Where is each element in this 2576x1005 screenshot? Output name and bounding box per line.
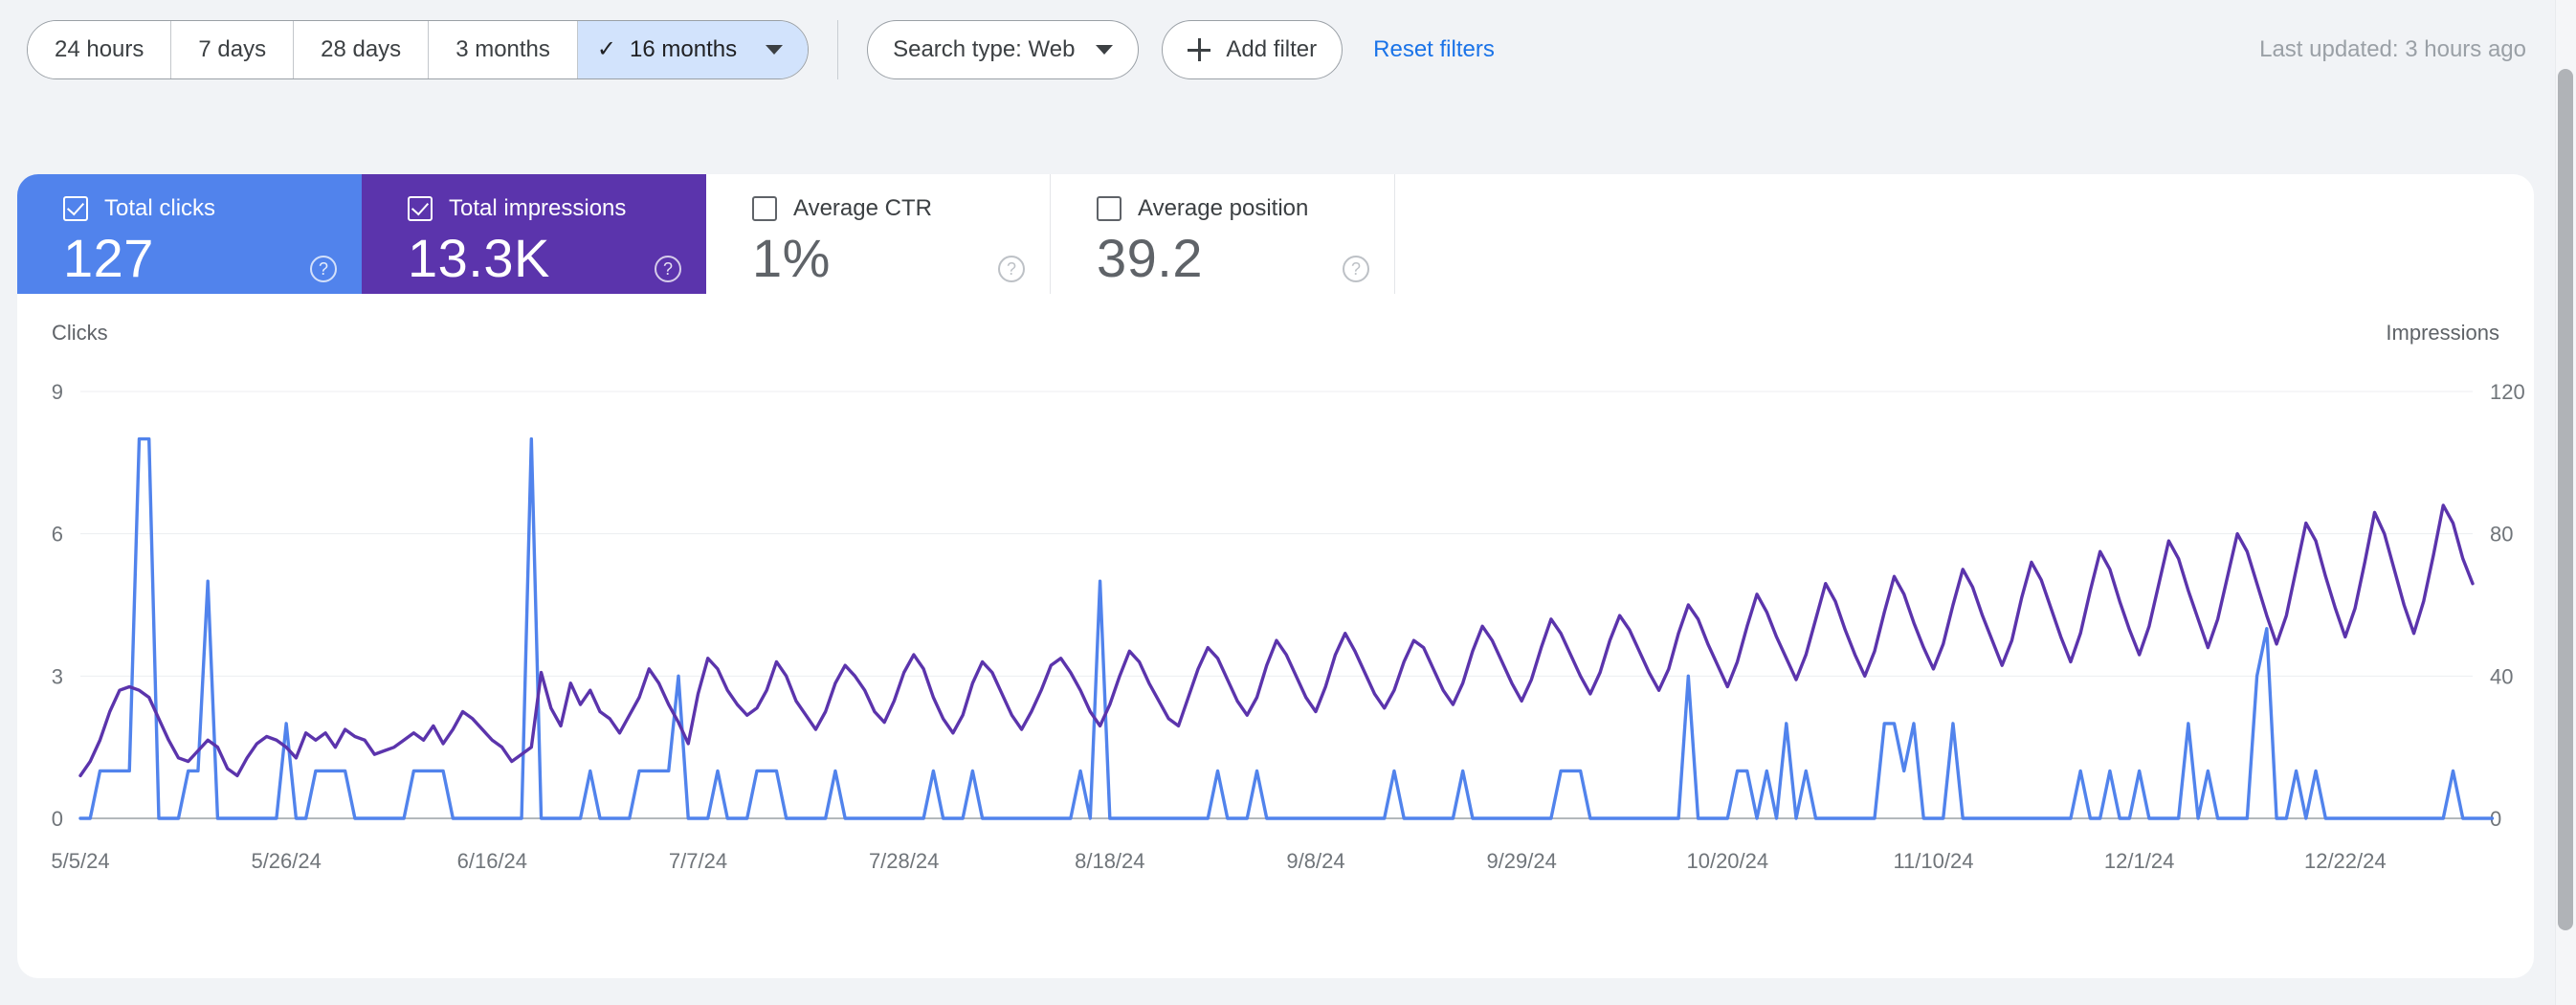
help-icon[interactable]: ? (655, 256, 681, 282)
svg-text:6/16/24: 6/16/24 (457, 849, 527, 873)
svg-text:120: 120 (2490, 380, 2525, 404)
search-type-label: Search type: Web (893, 36, 1076, 62)
help-icon[interactable]: ? (998, 256, 1025, 282)
range-label: 16 months (630, 36, 738, 62)
metric-header: Total impressions (408, 195, 706, 222)
metric-tab-total-impressions[interactable]: Total impressions 13.3K ? (362, 174, 706, 294)
metric-label: Average CTR (793, 195, 932, 221)
page-scrollbar-thumb[interactable] (2558, 69, 2573, 930)
metric-label: Average position (1138, 195, 1309, 221)
page-scrollbar-track[interactable] (2555, 0, 2576, 1005)
metric-label: Total clicks (104, 195, 216, 221)
range-btn-24-hours[interactable]: 24 hours (28, 21, 172, 78)
checkbox-icon-total-impressions[interactable] (408, 196, 433, 221)
svg-text:11/10/24: 11/10/24 (1893, 849, 1973, 873)
toolbar-divider (837, 20, 839, 79)
chevron-down-icon (1096, 45, 1114, 55)
svg-text:9/8/24: 9/8/24 (1286, 849, 1344, 873)
svg-text:80: 80 (2490, 523, 2513, 547)
svg-text:9/29/24: 9/29/24 (1486, 849, 1556, 873)
range-label: 24 hours (55, 36, 144, 62)
range-btn-16-months[interactable]: ✓ 16 months (577, 21, 809, 78)
filter-toolbar: 24 hours 7 days 28 days 3 months ✓ 16 mo… (0, 0, 2576, 100)
range-label: 7 days (198, 36, 267, 62)
plus-icon (1188, 38, 1211, 61)
svg-text:9: 9 (52, 380, 63, 404)
range-btn-28-days[interactable]: 28 days (294, 21, 430, 78)
svg-text:7/28/24: 7/28/24 (869, 849, 939, 873)
range-btn-7-days[interactable]: 7 days (171, 21, 295, 78)
svg-text:5/5/24: 5/5/24 (51, 849, 109, 873)
metric-tab-total-clicks[interactable]: Total clicks 127 ? (17, 174, 362, 294)
help-icon[interactable]: ? (1343, 256, 1369, 282)
svg-text:12/22/24: 12/22/24 (2304, 849, 2387, 873)
svg-text:10/20/24: 10/20/24 (1686, 849, 1768, 873)
svg-text:7/7/24: 7/7/24 (669, 849, 727, 873)
checkbox-icon-average-position[interactable] (1097, 196, 1121, 221)
metric-tabs: Total clicks 127 ? Total impressions 13.… (17, 174, 2534, 294)
chevron-down-icon[interactable] (766, 45, 784, 55)
add-filter-button[interactable]: Add filter (1162, 20, 1344, 79)
svg-text:8/18/24: 8/18/24 (1075, 849, 1144, 873)
metric-header: Average CTR (752, 195, 1050, 222)
add-filter-label: Add filter (1226, 36, 1318, 62)
reset-filters-link[interactable]: Reset filters (1373, 36, 1495, 63)
svg-text:12/1/24: 12/1/24 (2104, 849, 2174, 873)
range-label: 28 days (321, 36, 402, 62)
metric-header: Total clicks (63, 195, 362, 222)
last-updated-text: Last updated: 3 hours ago (2259, 36, 2526, 62)
date-range-group[interactable]: 24 hours 7 days 28 days 3 months ✓ 16 mo… (27, 20, 810, 79)
checkbox-icon-total-clicks[interactable] (63, 196, 88, 221)
svg-text:40: 40 (2490, 664, 2513, 688)
performance-chart[interactable]: Clicks Impressions 0 3 6 9 0 40 80 120 5/5/24 5/2… (17, 294, 2534, 978)
svg-text:6: 6 (52, 523, 63, 547)
chart-canvas: 0369040801205/5/24 5/26/24 6/16/24 7/7/24 7/… (51, 380, 2525, 873)
metric-tab-average-position[interactable]: Average position 39.2 ? (1051, 174, 1395, 294)
metric-label: Total impressions (449, 195, 627, 221)
range-label: 3 months (455, 36, 550, 62)
svg-text:3: 3 (52, 664, 63, 688)
range-btn-3-months[interactable]: 3 months (429, 21, 578, 78)
metric-header: Average position (1097, 195, 1394, 222)
search-type-dropdown[interactable]: Search type: Web (867, 20, 1140, 79)
metric-tab-average-ctr[interactable]: Average CTR 1% ? (706, 174, 1051, 294)
performance-card: Total clicks 127 ? Total impressions 13.… (17, 174, 2534, 978)
svg-text:5/26/24: 5/26/24 (251, 849, 321, 873)
checkmark-icon: ✓ (596, 36, 617, 62)
checkbox-icon-average-ctr[interactable] (752, 196, 777, 221)
reset-filters-label: Reset filters (1373, 36, 1495, 62)
help-icon[interactable]: ? (310, 256, 337, 282)
svg-text:0: 0 (52, 807, 63, 831)
